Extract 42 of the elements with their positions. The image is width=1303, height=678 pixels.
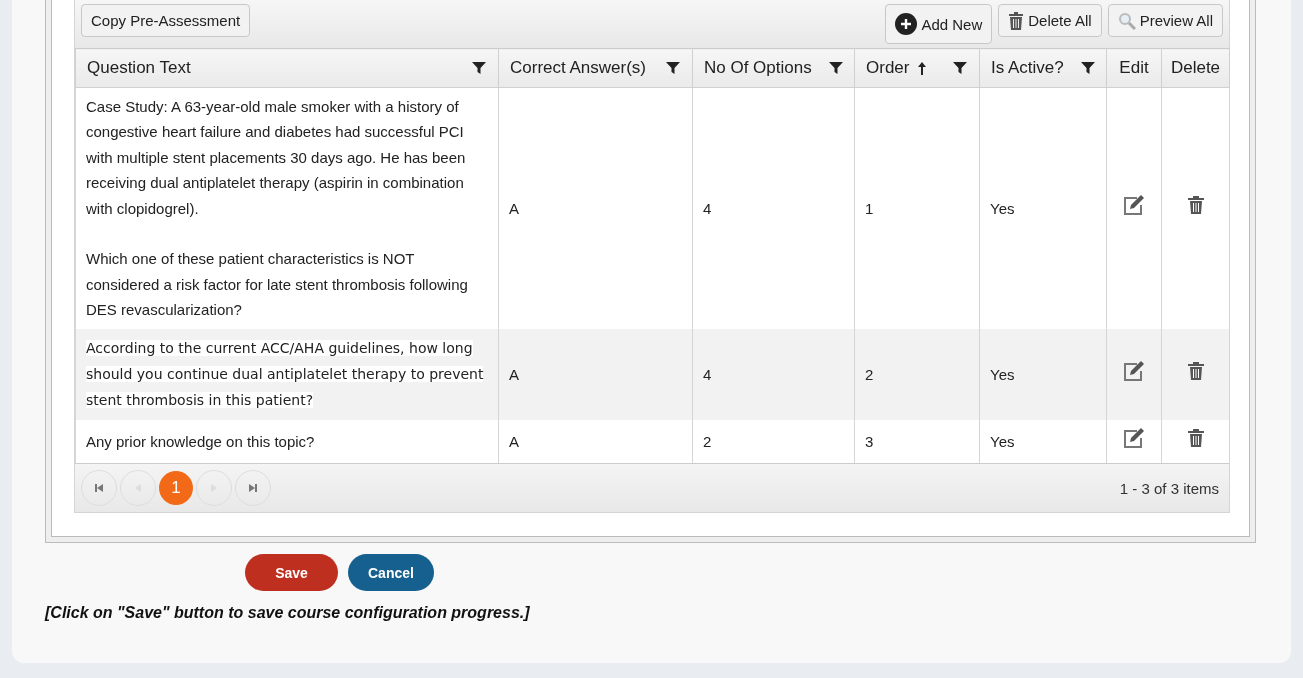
- edit-icon[interactable]: [1122, 358, 1146, 383]
- table-cell: According to the current ACC/AHA guidelines, how long should you continue dual antiplatelet therapy to prevent stent thrombosis in this patient?: [75, 328, 499, 420]
- column-header[interactable]: Correct Answer(s): [498, 48, 693, 88]
- add-button[interactable]: Add New: [885, 4, 993, 44]
- column-header[interactable]: Edit: [1106, 48, 1162, 88]
- filter-icon[interactable]: [1079, 60, 1096, 76]
- pager-summary: 1 - 3 of 3 items: [1119, 479, 1219, 497]
- table-cell: 1: [854, 87, 980, 329]
- filter-icon[interactable]: [827, 60, 844, 76]
- last-page-icon: [248, 483, 258, 494]
- trash-icon[interactable]: [1186, 427, 1205, 448]
- trash-icon: [1008, 10, 1025, 31]
- column-header[interactable]: Question Text: [75, 48, 499, 88]
- sort-up-icon[interactable]: [917, 61, 928, 75]
- trash-icon[interactable]: [1186, 194, 1205, 215]
- delete-button[interactable]: Delete All: [998, 4, 1102, 37]
- table-cell: A: [498, 87, 693, 329]
- edit-icon[interactable]: [1122, 192, 1146, 217]
- table-cell: 2: [854, 328, 980, 420]
- save-hint: [Click on "Save" button to save course configuration progress.]: [45, 604, 531, 623]
- filter-icon[interactable]: [952, 60, 968, 76]
- save-button[interactable]: Save: [245, 554, 338, 592]
- copy-button[interactable]: Copy Pre-Assessment: [81, 4, 251, 37]
- table-cell: Yes: [979, 328, 1107, 420]
- filter-icon[interactable]: [665, 60, 681, 76]
- edit-icon[interactable]: [1122, 425, 1146, 450]
- filter-icon[interactable]: [471, 60, 487, 76]
- column-header[interactable]: Delete: [1161, 48, 1230, 88]
- plus-circle-icon: [895, 13, 918, 35]
- table-cell: Case Study: A 63-year-old male smoker with a history of congestive heart failure and diabetes had successful PCI with multiple stent placements 30 days ago. He has been receiving dual antiplatelet therapy (aspirin in combination with clopidogrel). Which one of these patient characteristics is NOT considered a risk factor for late stent thrombosis following DES revascularization?: [75, 87, 499, 329]
- column-header[interactable]: No Of Options: [692, 48, 855, 88]
- search-icon: [1117, 11, 1136, 30]
- first-page-icon: [94, 483, 104, 494]
- trash-icon[interactable]: [1186, 360, 1205, 381]
- column-header[interactable]: Order: [854, 48, 980, 88]
- table-cell: 4: [692, 87, 855, 329]
- table-cell: 4: [692, 328, 855, 420]
- table-cell: A: [498, 328, 693, 420]
- cancel-button[interactable]: Cancel: [348, 554, 434, 592]
- table-cell: Yes: [979, 87, 1107, 329]
- preview-button[interactable]: Preview All: [1107, 4, 1223, 37]
- column-header[interactable]: Is Active?: [979, 48, 1107, 88]
